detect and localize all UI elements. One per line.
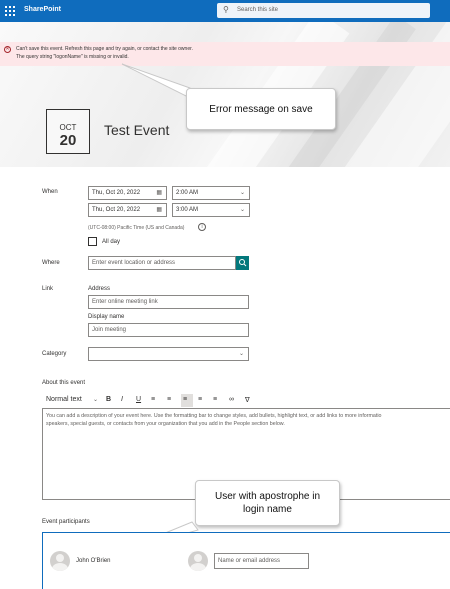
callout-user-note: User with apostrophe in login name — [195, 480, 340, 526]
category-label: Category — [42, 351, 67, 357]
description-text: You can add a description of your event … — [46, 413, 382, 419]
people-picker-input[interactable]: Name or email address — [214, 553, 309, 569]
when-label: When — [42, 189, 58, 195]
error-circle-icon: ✕ — [4, 46, 11, 53]
event-month: OCT — [59, 123, 77, 132]
underline-icon[interactable]: U — [136, 396, 141, 403]
display-name-placeholder: Join meeting — [92, 327, 127, 333]
link-label: Link — [42, 286, 54, 292]
search-placeholder: Search this site — [237, 7, 279, 13]
error-message-bar: ✕ Can't save this event. Refresh this pa… — [0, 42, 450, 66]
chevron-down-icon: ⌄ — [93, 397, 99, 403]
error-detail-text: The query string "logonName" is missing … — [16, 54, 129, 60]
event-date-badge: OCT 20 — [46, 109, 90, 154]
end-time-value: 3:00 AM — [176, 207, 199, 213]
all-day-checkbox[interactable] — [88, 237, 97, 246]
end-time-dropdown[interactable]: 3:00 AM ⌄ — [172, 203, 250, 217]
suite-bar: SharePoint ⚲ Search this site — [0, 0, 450, 22]
chevron-down-icon: ⌄ — [239, 207, 245, 213]
people-picker-placeholder: Name or email address — [218, 558, 281, 564]
all-day-label: All day — [102, 239, 121, 245]
chevron-down-icon: ⌄ — [238, 351, 244, 357]
category-dropdown[interactable]: ⌄ — [88, 347, 249, 361]
end-date-value: Thu, Oct 20, 2022 — [92, 207, 141, 213]
about-label: About this event — [42, 380, 86, 386]
app-name[interactable]: SharePoint — [24, 6, 61, 13]
callout-user-note-line2: login name — [243, 504, 292, 515]
start-time-value: 2:00 AM — [176, 190, 199, 196]
event-title[interactable]: Test Event — [104, 122, 169, 138]
formatting-toolbar: Normal text ⌄ B I U ≡ ≡ ≡ ≡ ≡ ∞ ∇ — [42, 394, 450, 408]
error-message-text: Can't save this event. Refresh this page… — [16, 46, 193, 52]
description-text: speakers, special guests, or contacts fr… — [46, 421, 285, 427]
meeting-link-input[interactable]: Enter online meeting link — [88, 295, 249, 309]
bullet-list-icon[interactable]: ≡ — [151, 396, 155, 403]
search-icon — [239, 259, 247, 267]
participants-label: Event participants — [42, 519, 90, 525]
chevron-down-icon: ⌄ — [239, 190, 245, 196]
calendar-icon[interactable]: ▦ — [156, 189, 162, 196]
avatar — [188, 551, 208, 571]
end-date-picker[interactable]: Thu, Oct 20, 2022 ▦ — [88, 203, 167, 217]
display-name-label: Display name — [88, 314, 125, 320]
numbered-list-icon[interactable]: ≡ — [167, 396, 171, 403]
location-input[interactable]: Enter event location or address — [88, 256, 236, 270]
clear-format-icon[interactable]: ∇ — [245, 396, 250, 404]
search-input[interactable]: ⚲ Search this site — [217, 3, 430, 18]
text-style-dropdown[interactable]: Normal text — [46, 396, 82, 403]
map-search-button[interactable] — [236, 256, 249, 270]
info-icon[interactable]: i — [198, 223, 206, 231]
display-name-input[interactable]: Join meeting — [88, 323, 249, 337]
start-date-value: Thu, Oct 20, 2022 — [92, 190, 141, 196]
participants-panel: John O'Brien Name or email address — [42, 532, 450, 589]
avatar — [50, 551, 70, 571]
align-center-icon[interactable]: ≡ — [198, 396, 202, 403]
app-launcher-icon[interactable] — [5, 6, 15, 16]
participant-name[interactable]: John O'Brien — [76, 558, 111, 564]
search-icon: ⚲ — [223, 5, 229, 14]
align-right-icon[interactable]: ≡ — [213, 396, 217, 403]
callout-user-note-line1: User with apostrophe in — [214, 491, 321, 502]
calendar-icon[interactable]: ▦ — [156, 206, 162, 213]
callout-error-note: Error message on save — [186, 88, 336, 130]
bold-icon[interactable]: B — [106, 396, 111, 403]
start-time-dropdown[interactable]: 2:00 AM ⌄ — [172, 186, 250, 200]
start-date-picker[interactable]: Thu, Oct 20, 2022 ▦ — [88, 186, 167, 200]
italic-icon[interactable]: I — [121, 396, 123, 403]
link-icon[interactable]: ∞ — [229, 396, 234, 403]
event-day: 20 — [59, 132, 77, 149]
align-left-icon[interactable]: ≡ — [181, 394, 193, 407]
timezone-text: (UTC-08:00) Pacific Time (US and Canada) — [88, 225, 185, 231]
meeting-link-placeholder: Enter online meeting link — [92, 299, 158, 305]
where-label: Where — [42, 260, 60, 266]
address-label: Address — [88, 286, 111, 292]
location-placeholder: Enter event location or address — [92, 260, 176, 266]
